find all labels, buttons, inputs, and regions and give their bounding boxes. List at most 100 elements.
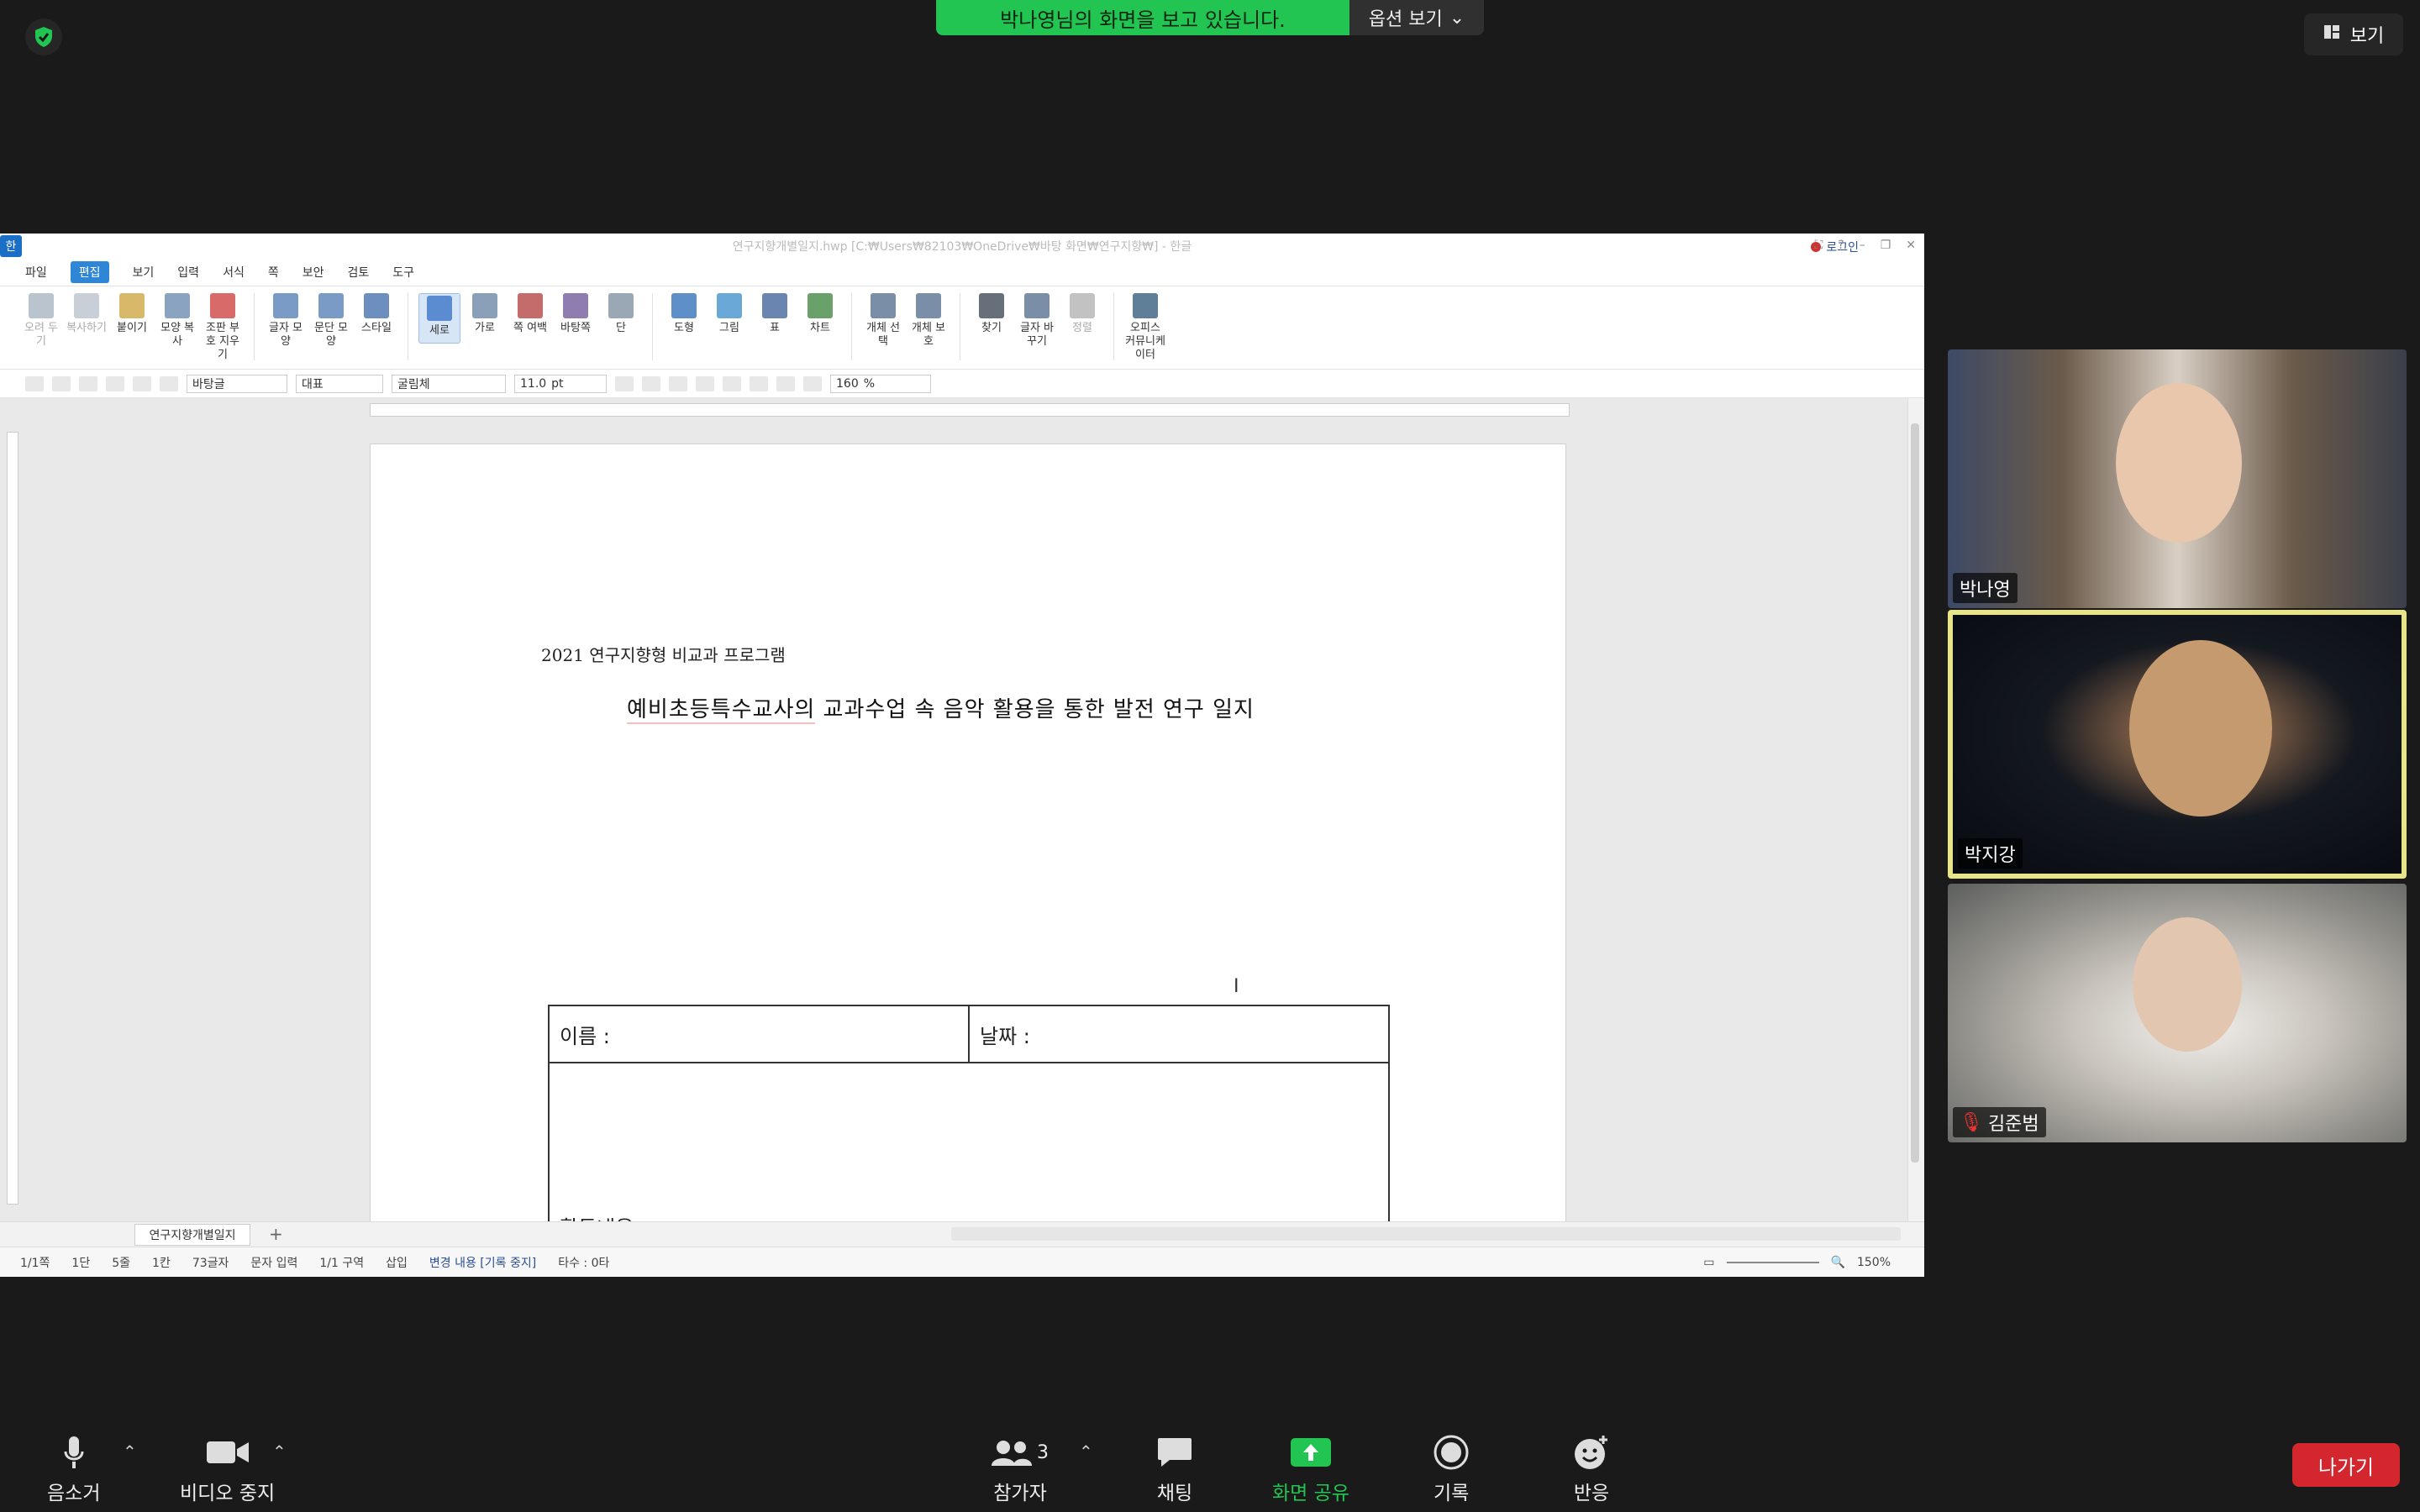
ribbon-button[interactable]: 찾기 — [971, 293, 1013, 335]
ribbon-button[interactable]: 쪽 여백 — [509, 293, 551, 335]
participant-name-tag: 박지강 — [1958, 838, 2023, 869]
font-select[interactable]: 굴림체 — [392, 374, 506, 393]
ribbon-button[interactable]: 글자 바꾸기 — [1016, 293, 1058, 349]
font-color-icon[interactable] — [696, 375, 714, 391]
view-layout-button[interactable]: 보기 — [2304, 13, 2403, 55]
ribbon-button[interactable]: 스타일 — [355, 293, 397, 335]
record-button[interactable]: 기록 — [1434, 1435, 1469, 1505]
sheet-tab[interactable]: 연구지향개별일지 — [134, 1224, 250, 1246]
stop-video-button[interactable]: 비디오 중지 — [180, 1435, 275, 1505]
audio-options-chevron-icon[interactable]: ⌃ — [123, 1441, 137, 1462]
ribbon-button[interactable]: 차트 — [799, 293, 841, 335]
restore-icon[interactable]: ❐ — [1881, 239, 1891, 252]
ribbon-button[interactable]: 바탕쪽 — [555, 293, 597, 335]
landscape-icon — [472, 293, 497, 318]
format-painter-icon — [165, 293, 190, 318]
hwp-ribbon: 오려 두기 복사하기 붙이기 모양 복사 조판 부호 지우기 글자 모양 문단 모양 스타일 세… — [0, 286, 1924, 370]
new-doc-icon[interactable] — [25, 375, 44, 391]
add-tab-icon[interactable]: + — [269, 1224, 283, 1244]
emoji-reaction-icon — [1573, 1435, 1610, 1470]
ribbon-button[interactable]: 오피스 커뮤니케이터 — [1124, 293, 1166, 362]
view-options-button[interactable]: 옵션 보기 ⌄ — [1349, 0, 1484, 35]
menu-item-label: 보안 — [302, 266, 324, 280]
chat-button[interactable]: 채팅 — [1156, 1435, 1193, 1505]
status-item: 1칸 — [152, 1256, 171, 1270]
help-icon[interactable]: ? — [1838, 239, 1844, 252]
language-select[interactable]: 대표 — [296, 374, 383, 393]
menu-item[interactable]: 쪽 — [268, 264, 279, 281]
participants-options-chevron-icon[interactable]: ⌃ — [1079, 1441, 1093, 1462]
menu-item[interactable]: 보기 — [133, 264, 155, 281]
close-icon[interactable]: ✕ — [1906, 239, 1916, 252]
align-center-icon[interactable] — [776, 375, 795, 391]
bold-icon[interactable] — [615, 375, 634, 391]
redo-icon[interactable] — [160, 375, 178, 391]
save-icon[interactable] — [79, 375, 97, 391]
ribbon-button[interactable]: 개체 보호 — [908, 293, 950, 349]
fullscreen-icon[interactable]: ⛶ — [1814, 239, 1823, 252]
ribbon-button[interactable]: 문단 모양 — [310, 293, 352, 349]
name-label: 이름 : — [560, 1024, 610, 1048]
ribbon-button[interactable]: 글자 모양 — [265, 293, 307, 349]
participants-button[interactable]: 3 참가자 — [992, 1435, 1049, 1505]
horizontal-scrollbar[interactable] — [951, 1227, 1901, 1241]
menu-item[interactable]: 보안 — [302, 264, 324, 281]
ribbon-button[interactable]: 세로 — [418, 293, 460, 344]
underline-icon[interactable] — [669, 375, 687, 391]
participants-icon: 3 — [992, 1435, 1049, 1470]
horizontal-ruler[interactable] — [370, 403, 1570, 417]
clear-marks-icon — [210, 293, 235, 318]
ribbon-button[interactable]: 도형 — [663, 293, 705, 335]
menu-item[interactable]: 입력 — [177, 264, 199, 281]
vertical-scroll-thumb[interactable] — [1911, 423, 1919, 1163]
stop-video-label: 비디오 중지 — [180, 1483, 276, 1504]
ribbon-button[interactable]: 모양 복사 — [156, 293, 198, 349]
minimize-icon[interactable]: – — [1860, 239, 1865, 252]
mute-button[interactable]: 음소거 — [47, 1435, 100, 1505]
video-tile-active-speaker[interactable]: 박지강 — [1948, 610, 2407, 879]
participant-video — [2129, 640, 2272, 816]
ribbon-button[interactable]: 그림 — [708, 293, 750, 335]
open-icon[interactable] — [52, 375, 71, 391]
video-options-chevron-icon[interactable]: ⌃ — [272, 1441, 287, 1462]
undo-icon[interactable] — [133, 375, 151, 391]
video-tile-participant[interactable]: 🎙 김준범 — [1948, 884, 2407, 1142]
menu-item[interactable]: 서식 — [223, 264, 245, 281]
security-shield-icon[interactable] — [25, 18, 62, 55]
ribbon-button[interactable]: 개체 선택 — [862, 293, 904, 349]
name-cell[interactable]: 이름 : — [550, 1006, 970, 1063]
menu-item[interactable]: 편집 — [70, 261, 109, 283]
ribbon-button[interactable]: 정렬 — [1061, 293, 1103, 335]
share-screen-button[interactable]: 화면 공유 — [1272, 1435, 1349, 1505]
zoom-slider[interactable] — [1726, 1262, 1819, 1263]
ribbon-button[interactable]: 단 — [600, 293, 642, 335]
menu-item[interactable]: 도구 — [392, 264, 414, 281]
zoom-select[interactable]: 160% — [830, 374, 931, 393]
ribbon-button[interactable]: 오려 두기 — [20, 293, 62, 349]
align-justify-icon[interactable] — [723, 375, 741, 391]
font-size-select[interactable]: 11.0 pt — [514, 374, 607, 393]
page-view-icon[interactable]: ▭ — [1703, 1256, 1714, 1269]
align-left-icon[interactable] — [750, 375, 768, 391]
zoom-control[interactable]: ▭ 🔍 150% — [1703, 1256, 1891, 1269]
status-change-tracking[interactable]: 변경 내용 [기록 중지] — [429, 1254, 536, 1271]
menu-item[interactable]: 검토 — [347, 264, 369, 281]
screen-share-banner: 박나영님의 화면을 보고 있습니다. — [936, 0, 1349, 35]
print-icon[interactable] — [106, 375, 124, 391]
video-tile-participant[interactable]: 박나영 — [1948, 349, 2407, 608]
leave-meeting-button[interactable]: 나가기 — [2292, 1443, 2400, 1487]
ribbon-button-label: 쪽 여백 — [513, 322, 547, 334]
vertical-ruler[interactable] — [7, 432, 18, 1205]
ribbon-button[interactable]: 표 — [754, 293, 796, 335]
ribbon-button[interactable]: 가로 — [464, 293, 506, 335]
align-right-icon[interactable] — [803, 375, 822, 391]
menu-item[interactable]: 파일 — [25, 264, 47, 281]
ribbon-button[interactable]: 붙이기 — [111, 293, 153, 335]
italic-icon[interactable] — [642, 375, 660, 391]
reactions-button[interactable]: 반응 — [1573, 1435, 1610, 1505]
style-select[interactable]: 바탕글 — [187, 374, 287, 393]
ribbon-button[interactable]: 복사하기 — [66, 293, 108, 335]
date-cell[interactable]: 날짜 : — [970, 1006, 1388, 1063]
ribbon-button[interactable]: 조판 부호 지우기 — [202, 293, 244, 362]
font-value: 굴림체 — [397, 377, 430, 391]
